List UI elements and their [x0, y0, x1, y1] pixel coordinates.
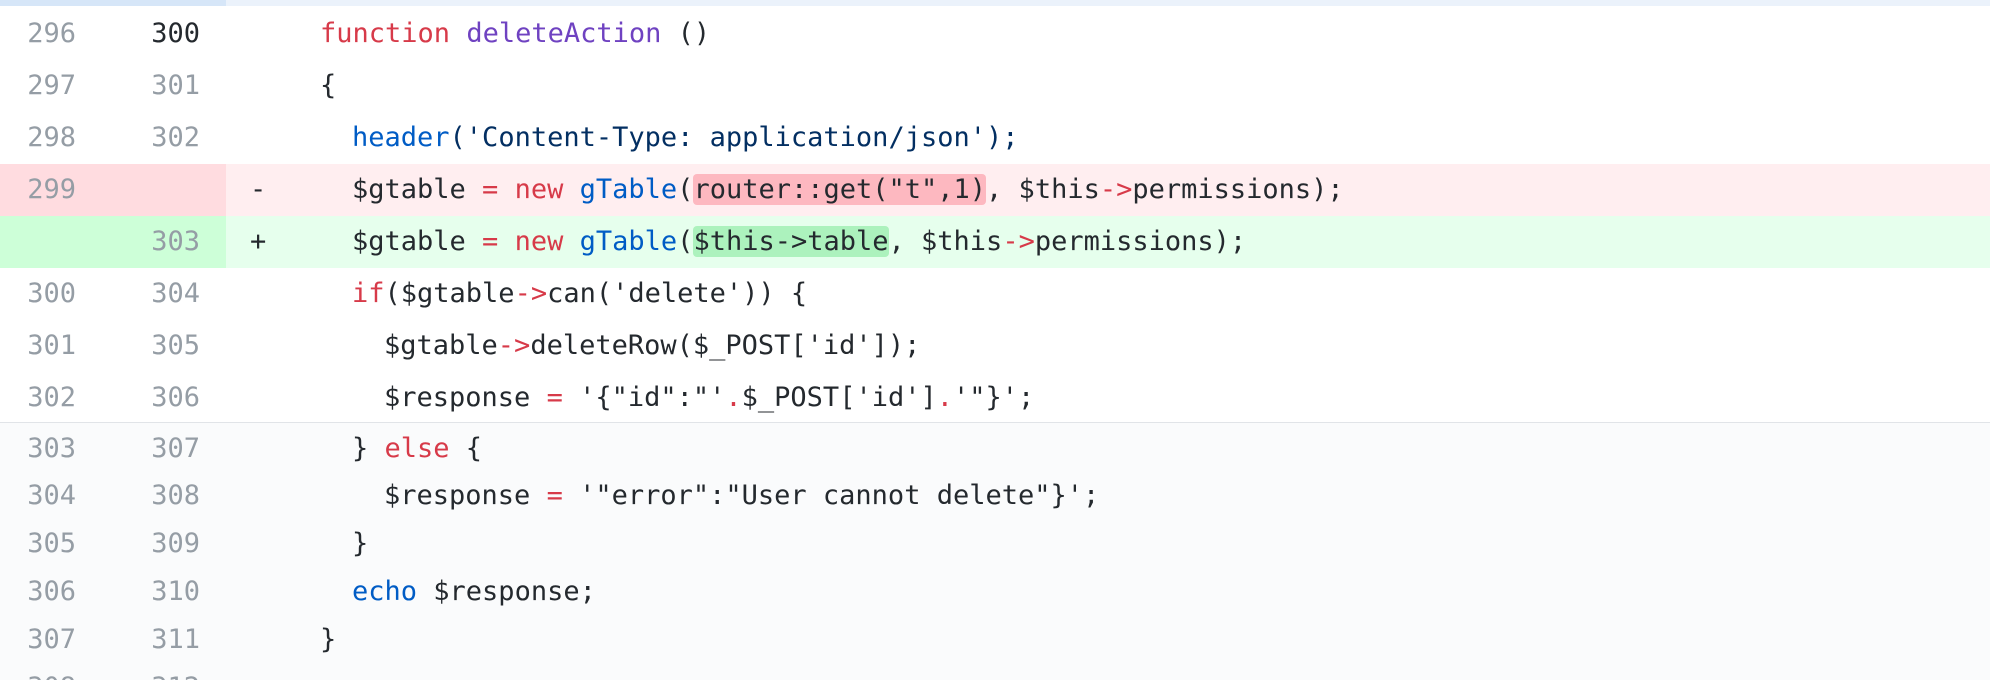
new-line-number[interactable]: 308	[110, 472, 200, 520]
code-line: $response = '"error":"User cannot delete…	[384, 480, 1100, 511]
new-line-number[interactable]: 304	[110, 268, 200, 320]
diff-line: 306 310 echo $response;	[0, 568, 1990, 616]
old-line-number[interactable]: 296	[0, 8, 76, 60]
hunk-gutter-border	[0, 0, 226, 6]
old-line-number[interactable]: 307	[0, 616, 76, 664]
code-line: header('Content-Type: application/json')…	[352, 122, 1019, 153]
code-line: $gtable = new gTable(router::get("t",1),…	[352, 174, 1344, 205]
new-line-number[interactable]: 311	[110, 616, 200, 664]
code-line: $gtable = new gTable($this->table, $this…	[352, 226, 1247, 257]
new-line-number[interactable]: 305	[110, 320, 200, 372]
code-line: $response = '{"id":"'.$_POST['id'].'"}';	[384, 382, 1035, 413]
diff-line: 303 307 } else {	[0, 424, 1990, 472]
new-line-number[interactable]	[110, 164, 200, 216]
diff-top-border	[0, 0, 1990, 6]
new-line-number[interactable]: 306	[110, 372, 200, 424]
diff-line: 305 309 }	[0, 520, 1990, 568]
old-line-number[interactable]	[0, 216, 76, 268]
code-line: } else {	[352, 433, 483, 464]
deleted-line: 299 - $gtable = new gTable(router::get("…	[0, 164, 1990, 216]
code-line: $gtable->deleteRow($_POST['id']);	[384, 330, 921, 361]
code-line: {	[320, 70, 337, 101]
new-line-number[interactable]: 303	[110, 216, 200, 268]
new-line-number[interactable]: 309	[110, 520, 200, 568]
diff-line: 297 301 {	[0, 60, 1990, 112]
old-line-number[interactable]: 297	[0, 60, 76, 112]
old-line-number[interactable]: 303	[0, 424, 76, 472]
added-token-highlight: $this->table	[693, 226, 889, 257]
old-line-number[interactable]: 299	[0, 164, 76, 216]
new-line-number[interactable]: 302	[110, 112, 200, 164]
old-line-number[interactable]: 298	[0, 112, 76, 164]
diff-line: 308 312	[0, 664, 1990, 680]
new-line-number[interactable]: 310	[110, 568, 200, 616]
code-line: }	[352, 528, 369, 559]
deletion-marker: -	[250, 174, 267, 205]
old-line-number[interactable]: 308	[0, 664, 76, 680]
old-line-number[interactable]: 304	[0, 472, 76, 520]
code-line: function deleteAction ()	[320, 18, 711, 49]
old-line-number[interactable]: 300	[0, 268, 76, 320]
old-line-number[interactable]: 305	[0, 520, 76, 568]
code-line: }	[320, 624, 337, 655]
diff-line: 304 308 $response = '"error":"User canno…	[0, 472, 1990, 520]
removed-token-highlight: router::get("t",1)	[693, 174, 987, 205]
diff-line: 300 304 if($gtable->can('delete')) {	[0, 268, 1990, 320]
old-line-number[interactable]: 306	[0, 568, 76, 616]
code-line: if($gtable->can('delete')) {	[352, 278, 808, 309]
new-line-number[interactable]: 300	[110, 8, 200, 60]
diff-line: 307 311 }	[0, 616, 1990, 664]
addition-marker: +	[250, 226, 267, 257]
diff-line: 301 305 $gtable->deleteRow($_POST['id'])…	[0, 320, 1990, 372]
old-line-number[interactable]: 301	[0, 320, 76, 372]
new-line-number[interactable]: 312	[110, 664, 200, 680]
new-line-number[interactable]: 301	[110, 60, 200, 112]
diff-line: 296 300 function deleteAction ()	[0, 8, 1990, 60]
diff-line: 302 306 $response = '{"id":"'.$_POST['id…	[0, 372, 1990, 424]
diff-line: 298 302 header('Content-Type: applicatio…	[0, 112, 1990, 164]
new-line-number[interactable]: 307	[110, 424, 200, 472]
old-line-number[interactable]: 302	[0, 372, 76, 424]
code-line: echo $response;	[352, 576, 596, 607]
added-line: 303 + $gtable = new gTable($this->table,…	[0, 216, 1990, 268]
